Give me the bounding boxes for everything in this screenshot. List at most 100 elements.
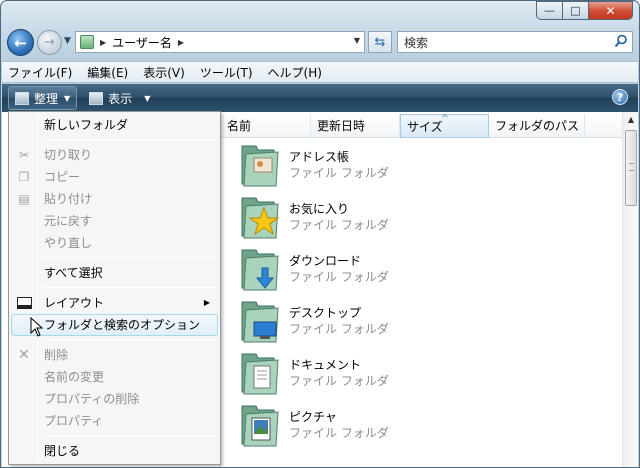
menu-separator [41, 340, 216, 341]
file-name: お気に入り [289, 202, 350, 216]
refresh-icon: ⇆ [374, 34, 386, 50]
menu-help[interactable]: ヘルプ(H) [268, 64, 322, 81]
breadcrumb-arrow-icon[interactable]: ▶ [178, 38, 184, 47]
menu-item-label: 新しいフォルダ [44, 118, 129, 132]
navigation-bar: ← → ▼ ▶ ユーザー名 ▶ ▼ ⇆ 検索 [1, 25, 639, 59]
refresh-button[interactable]: ⇆ [368, 31, 392, 53]
menu-item-layout[interactable]: レイアウト ▶ [11, 292, 218, 314]
menu-separator [41, 435, 216, 436]
delete-x-icon: ✕ [18, 347, 30, 363]
scroll-up-icon[interactable]: ▲ [624, 112, 638, 128]
list-item[interactable]: ダウンロード ファイル フォルダ [234, 244, 494, 294]
menu-item-label: 切り取り [44, 148, 93, 162]
menu-item-label: やり直し [44, 236, 93, 250]
menu-item-close[interactable]: 閉じる [11, 440, 218, 462]
file-name: ピクチャ [289, 410, 337, 424]
organize-menu: 新しいフォルダ ✂ 切り取り ❐ コピー ▤ 貼り付け 元に戻す やり直し すべ… [8, 111, 221, 465]
file-name: ダウンロード [289, 254, 362, 268]
back-button[interactable]: ← [7, 29, 34, 56]
layout-icon [17, 297, 32, 309]
menu-item-label: 貼り付け [44, 192, 93, 206]
forward-arrow-icon: → [44, 35, 55, 50]
menu-item-new-folder[interactable]: 新しいフォルダ [11, 114, 218, 136]
breadcrumb-arrow-icon[interactable]: ▶ [100, 38, 106, 47]
file-type: ファイル フォルダ [289, 166, 389, 180]
list-item[interactable]: お気に入り ファイル フォルダ [234, 192, 494, 242]
list-item[interactable]: アドレス帳 ファイル フォルダ [234, 140, 494, 190]
back-arrow-icon: ← [14, 33, 27, 52]
menu-item-cut[interactable]: ✂ 切り取り [11, 144, 218, 166]
menu-item-delete[interactable]: ✕ 削除 [11, 344, 218, 366]
desktop-folder-icon [241, 301, 279, 343]
menu-item-select-all[interactable]: すべて選択 [11, 262, 218, 284]
organize-label: 整理 [34, 91, 59, 106]
organize-icon [15, 91, 29, 105]
search-placeholder: 検索 [404, 35, 429, 50]
menu-item-copy[interactable]: ❐ コピー [11, 166, 218, 188]
search-icon[interactable] [614, 34, 628, 48]
close-window-button[interactable]: ✕ [589, 1, 633, 20]
menu-file[interactable]: ファイル(F) [8, 64, 72, 81]
chevron-down-icon: ▼ [144, 93, 151, 103]
menu-item-label: フォルダと検索のオプション [44, 318, 201, 332]
views-button[interactable]: 表示 ▼ [83, 86, 156, 110]
organize-button[interactable]: 整理 ▼ [8, 86, 78, 110]
menu-item-undo[interactable]: 元に戻す [11, 210, 218, 232]
address-bar[interactable]: ▶ ユーザー名 ▶ ▼ [75, 31, 365, 53]
menu-edit[interactable]: 編集(E) [87, 64, 128, 81]
file-name: デスクトップ [289, 306, 362, 320]
copy-icon: ❐ [18, 170, 30, 184]
help-icon[interactable]: ? [612, 89, 628, 105]
menu-item-redo[interactable]: やり直し [11, 232, 218, 254]
menu-item-properties[interactable]: プロパティ [11, 410, 218, 432]
maximize-button[interactable]: □ [563, 1, 589, 20]
column-size-label: サイズ [407, 120, 443, 134]
file-type: ファイル フォルダ [289, 270, 389, 284]
menu-view[interactable]: 表示(V) [143, 64, 185, 81]
address-dropdown-icon[interactable]: ▼ [354, 36, 360, 45]
menu-tools[interactable]: ツール(T) [200, 64, 253, 81]
caption-buttons: — □ ✕ [536, 1, 633, 20]
user-folder-icon [80, 35, 94, 49]
menu-item-label: 名前の変更 [44, 370, 105, 384]
recent-pages-button[interactable]: ▼ [64, 36, 71, 46]
breadcrumb-user[interactable]: ユーザー名 [112, 34, 172, 51]
file-type: ファイル フォルダ [289, 322, 389, 336]
forward-button[interactable]: → [37, 30, 62, 55]
menu-item-label: プロパティの削除 [44, 392, 140, 406]
list-item[interactable]: ピクチャ ファイル フォルダ [234, 400, 494, 450]
column-headers: 名前 更新日時 サイズ ^ フォルダのパス [221, 114, 624, 138]
column-name[interactable]: 名前 [221, 114, 311, 138]
pictures-folder-icon [241, 405, 279, 447]
file-name: アドレス帳 [289, 150, 350, 164]
menu-item-label: レイアウト [44, 296, 105, 310]
menu-item-label: 元に戻す [44, 214, 93, 228]
menu-item-label: すべて選択 [44, 266, 103, 280]
search-input[interactable]: 検索 [397, 31, 633, 53]
column-size[interactable]: サイズ ^ [400, 114, 489, 138]
downloads-folder-icon [241, 249, 279, 291]
grip-icon [629, 163, 634, 171]
vertical-scrollbar[interactable]: ▲ [622, 112, 638, 467]
submenu-arrow-icon: ▶ [203, 298, 210, 307]
list-item[interactable]: ドキュメント ファイル フォルダ [234, 348, 494, 398]
minimize-button[interactable]: — [536, 1, 563, 20]
column-folder-path[interactable]: フォルダのパス [489, 114, 585, 138]
command-bar: 整理 ▼ 表示 ▼ ? [2, 84, 638, 112]
scrollbar-thumb[interactable] [625, 130, 637, 206]
menu-item-label: プロパティ [44, 414, 104, 428]
list-item[interactable]: デスクトップ ファイル フォルダ [234, 296, 494, 346]
mouse-pointer-icon [30, 317, 44, 337]
menu-separator [41, 139, 216, 140]
column-date-modified[interactable]: 更新日時 [311, 114, 400, 138]
views-icon [89, 91, 104, 105]
file-type: ファイル フォルダ [289, 374, 389, 388]
menu-item-rename[interactable]: 名前の変更 [11, 366, 218, 388]
menu-item-label: 削除 [44, 348, 69, 362]
file-type: ファイル フォルダ [289, 218, 389, 232]
menu-item-paste[interactable]: ▤ 貼り付け [11, 188, 218, 210]
menu-bar: ファイル(F) 編集(E) 表示(V) ツール(T) ヘルプ(H) [2, 61, 638, 83]
sort-ascending-icon: ^ [441, 114, 449, 124]
menu-item-label: 閉じる [44, 444, 81, 458]
menu-item-remove-properties[interactable]: プロパティの削除 [11, 388, 218, 410]
